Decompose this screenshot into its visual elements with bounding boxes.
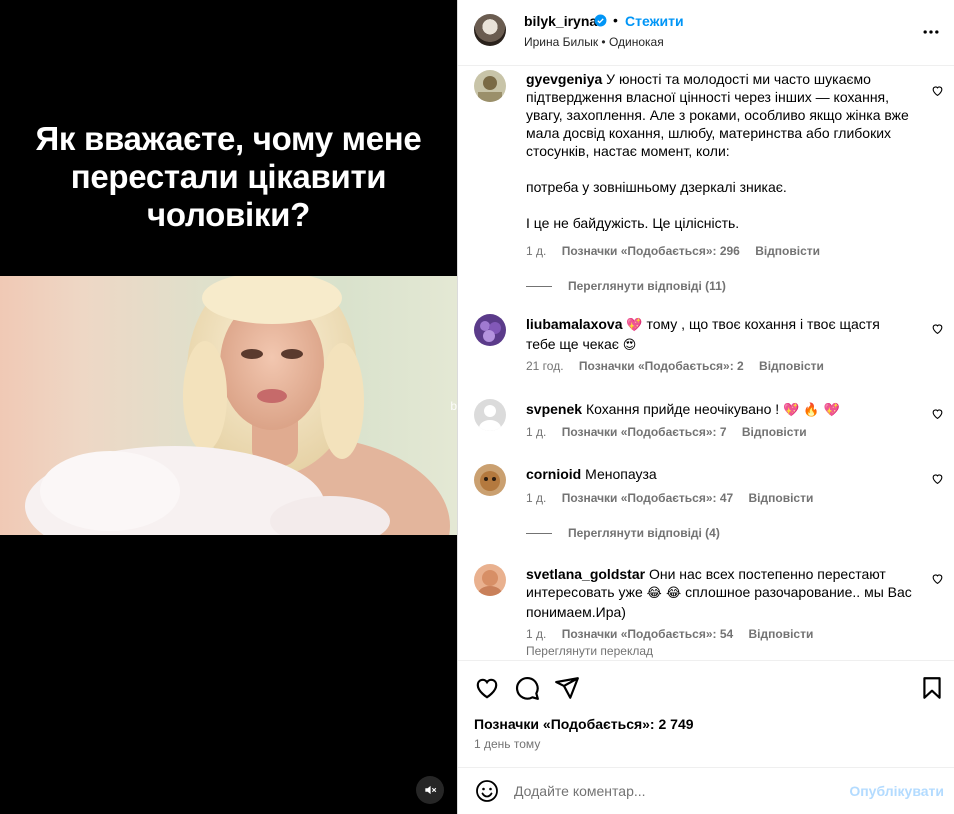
comment-text: svetlana_goldstar Они нас всех постепенн… [526, 565, 912, 621]
bookmark-icon[interactable] [919, 675, 945, 701]
comment-meta: 1 д. Позначки «Подобається»: 54 Відповіс… [526, 627, 825, 641]
comment-input[interactable] [514, 778, 844, 804]
publish-button[interactable]: Опублікувати [849, 783, 944, 799]
separator-dot: • [613, 12, 618, 28]
avatar[interactable] [474, 564, 506, 596]
replies-line [526, 532, 552, 534]
avatar[interactable] [474, 14, 506, 46]
heart-icon[interactable] [474, 675, 500, 701]
video-player[interactable]: Як вважаєте, чому мене перестали цікавит… [0, 0, 457, 814]
more-icon[interactable] [921, 22, 941, 42]
comment-emoji: 💖 🔥 💖 [783, 403, 840, 418]
post-time[interactable]: 1 день тому [474, 737, 540, 751]
watermark: b [450, 399, 457, 413]
comment-time[interactable]: 21 год. [526, 359, 564, 373]
comment-time[interactable]: 1 д. [526, 491, 546, 505]
comment-paragraph: І це не байдужість. Це цілісність. [526, 215, 740, 231]
share-icon[interactable] [554, 675, 580, 701]
follow-button[interactable]: Стежити [625, 13, 684, 29]
video-frame: b [0, 276, 457, 535]
avatar[interactable] [474, 314, 506, 346]
comment-meta: 1 д. Позначки «Подобається»: 296 Відпові… [526, 244, 832, 258]
comment-likes[interactable]: Позначки «Подобається»: 296 [562, 244, 740, 258]
comment-username[interactable]: cornioid [526, 466, 581, 482]
comment-emoji: 😍 [622, 338, 637, 353]
post-actions: Позначки «Подобається»: 2 749 1 день том… [458, 660, 954, 760]
like-comment-heart-icon[interactable] [931, 472, 944, 485]
replies-line [526, 285, 552, 287]
emoji-icon[interactable] [475, 779, 499, 803]
mute-button[interactable] [416, 776, 444, 804]
post-likes[interactable]: Позначки «Подобається»: 2 749 [474, 716, 694, 732]
comment-text: cornioid Менопауза [526, 465, 912, 483]
comment-time[interactable]: 1 д. [526, 425, 546, 439]
caption-line: чоловіки? [147, 196, 310, 233]
video-caption: Як вважаєте, чому мене перестали цікавит… [0, 120, 457, 234]
comment-meta: 1 д. Позначки «Подобається»: 47 Відповіс… [526, 491, 825, 505]
comment-meta: 21 год. Позначки «Подобається»: 2 Відпов… [526, 359, 836, 373]
post-panel: bilyk_iryna • Стежити Ирина Билык • Один… [457, 0, 954, 814]
mute-icon [425, 785, 437, 795]
view-replies-label: Переглянути відповіді (11) [568, 279, 726, 293]
view-replies-button[interactable]: Переглянути відповіді (4) [526, 526, 720, 540]
portrait-image [25, 276, 450, 535]
caption-line: перестали цікавити [70, 158, 387, 195]
comment-time[interactable]: 1 д. [526, 627, 546, 641]
reply-button[interactable]: Відповісти [755, 244, 820, 258]
comment-emoji: 💖 [626, 318, 643, 333]
instagram-post-modal: Як вважаєте, чому мене перестали цікавит… [0, 0, 954, 814]
avatar[interactable] [474, 70, 506, 102]
comments-list[interactable]: gyevgeniya У юності та молодості ми част… [458, 66, 954, 660]
comment-text: svpenek Кохання прийде неочікувано ! 💖 🔥… [526, 400, 912, 420]
comment-icon[interactable] [514, 675, 540, 701]
avatar[interactable] [474, 399, 506, 431]
post-header: bilyk_iryna • Стежити Ирина Билык • Один… [458, 0, 954, 66]
comment-likes[interactable]: Позначки «Подобається»: 2 [579, 359, 744, 373]
comment-username[interactable]: svpenek [526, 401, 582, 417]
view-replies-label: Переглянути відповіді (4) [568, 526, 720, 540]
reply-button[interactable]: Відповісти [759, 359, 824, 373]
avatar[interactable] [474, 464, 506, 496]
comment-meta: 1 д. Позначки «Подобається»: 7 Відповіст… [526, 425, 819, 439]
like-comment-heart-icon[interactable] [931, 572, 944, 585]
comment-text: gyevgeniya У юності та молодості ми част… [526, 70, 912, 232]
comment-body: Кохання прийде неочікувано ! [585, 401, 780, 417]
comment-emoji: 😂 😂 [646, 586, 682, 601]
comment-username[interactable]: gyevgeniya [526, 71, 602, 87]
comment-likes[interactable]: Позначки «Подобається»: 47 [562, 491, 733, 505]
comment-username[interactable]: liubamalaxova [526, 316, 623, 332]
view-replies-button[interactable]: Переглянути відповіді (11) [526, 279, 726, 293]
translate-link[interactable]: Переглянути переклад [526, 644, 665, 658]
comment-time[interactable]: 1 д. [526, 244, 546, 258]
comment-username[interactable]: svetlana_goldstar [526, 566, 645, 582]
reply-button[interactable]: Відповісти [749, 491, 814, 505]
comment-paragraph: потреба у зовнішньому дзеркалі зникає. [526, 179, 787, 195]
like-comment-heart-icon[interactable] [931, 322, 944, 335]
verified-icon [594, 14, 607, 27]
reply-button[interactable]: Відповісти [742, 425, 807, 439]
comment-text: liubamalaxova 💖 тому , що твоє кохання і… [526, 315, 912, 355]
comment-likes[interactable]: Позначки «Подобається»: 7 [562, 425, 727, 439]
like-comment-heart-icon[interactable] [931, 84, 944, 97]
comment-likes[interactable]: Позначки «Подобається»: 54 [562, 627, 733, 641]
post-username[interactable]: bilyk_iryna [524, 13, 597, 29]
reply-button[interactable]: Відповісти [749, 627, 814, 641]
translate-label: Переглянути переклад [526, 644, 654, 658]
caption-line: Як вважаєте, чому мене [35, 120, 422, 157]
comment-composer: Опублікувати [458, 767, 954, 814]
post-subtitle[interactable]: Ирина Билык • Одинокая [524, 35, 664, 49]
like-comment-heart-icon[interactable] [931, 407, 944, 420]
comment-body: Менопауза [585, 466, 657, 482]
